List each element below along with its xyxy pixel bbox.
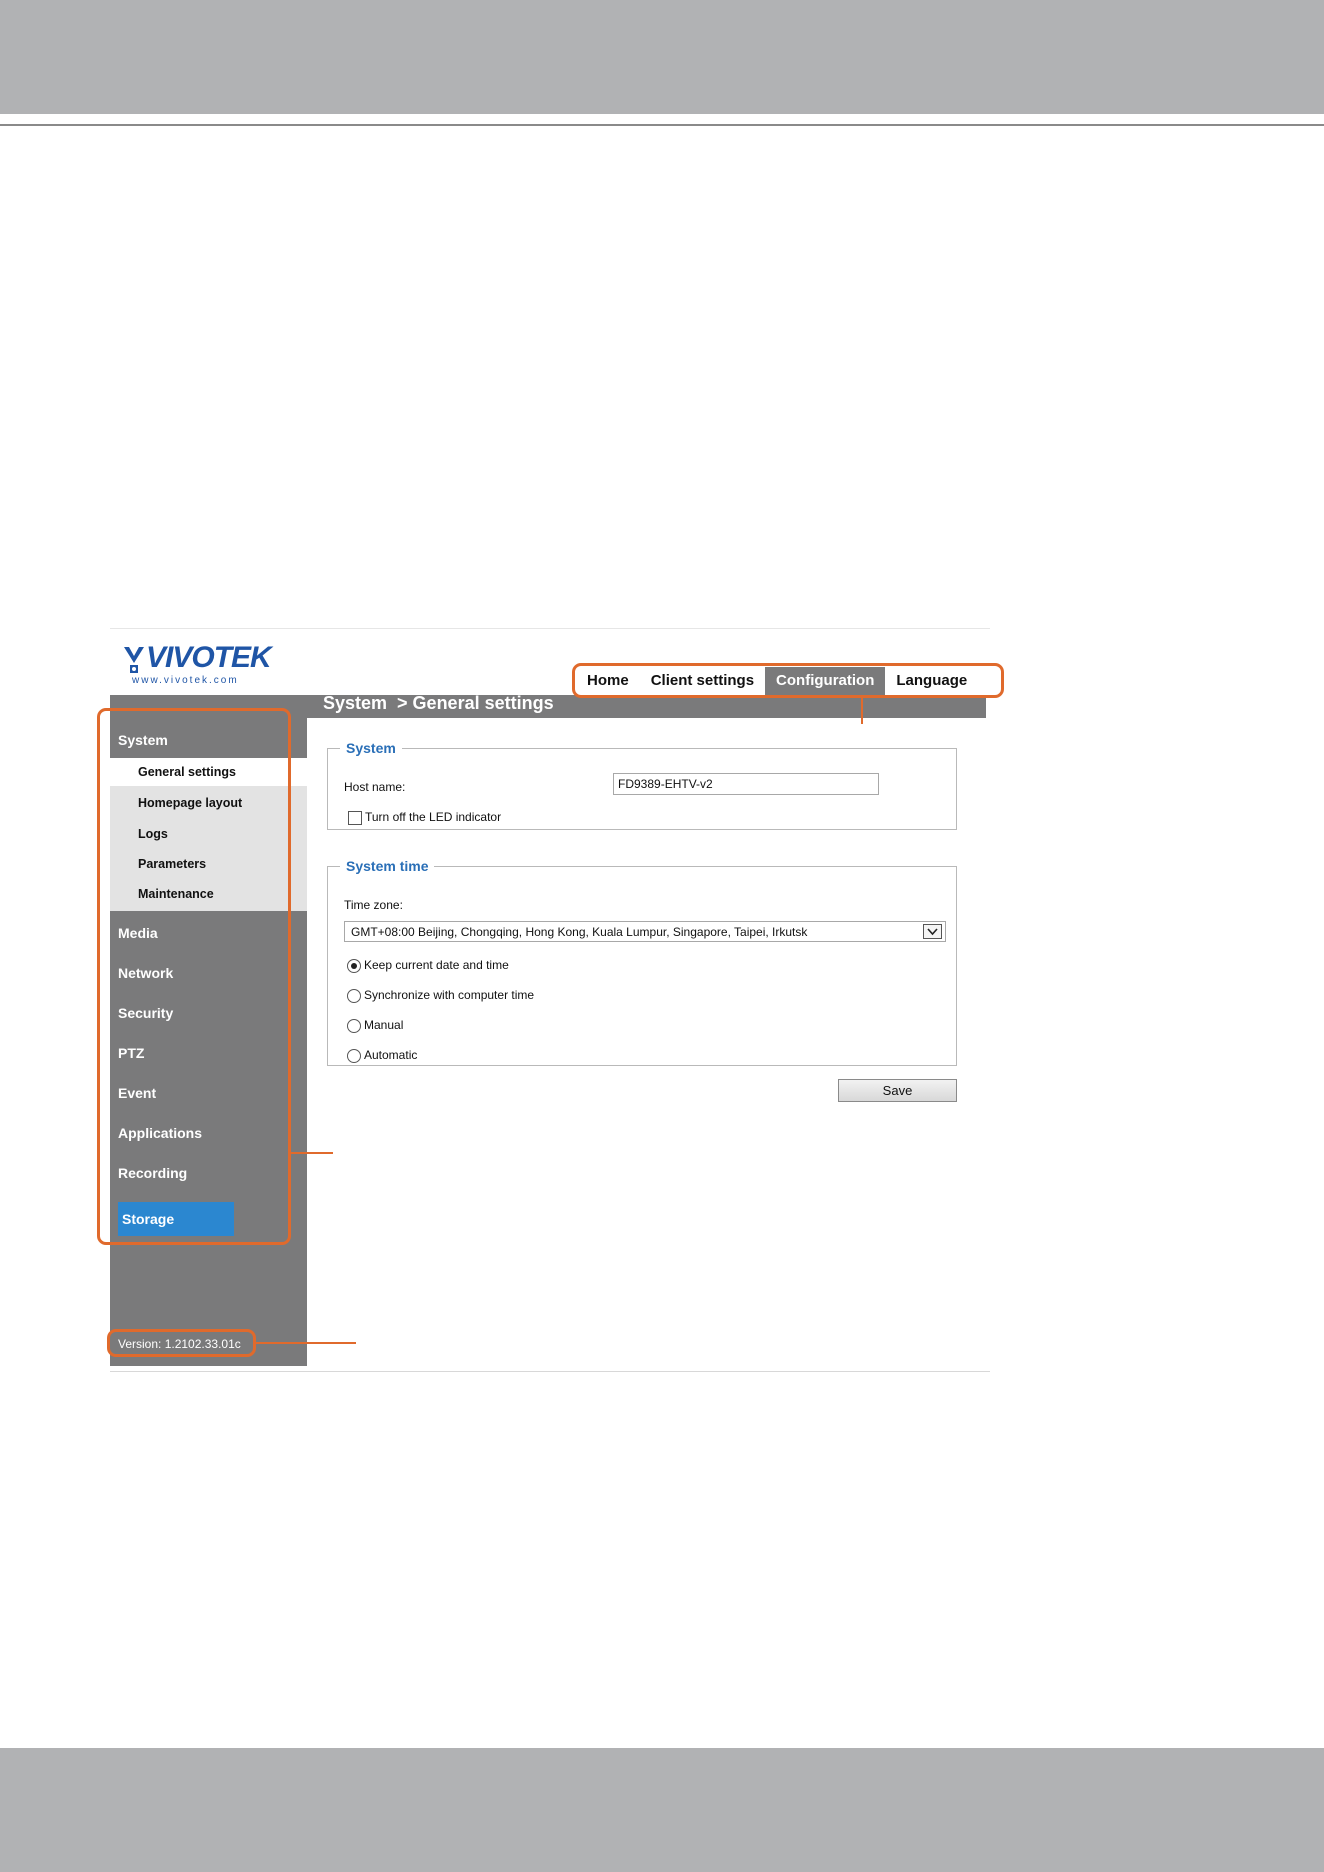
automatic-label: Automatic <box>364 1048 418 1062</box>
system-time-fieldset: System time Time zone: GMT+08:00 Beijing… <box>327 858 957 1066</box>
time-zone-select[interactable]: GMT+08:00 Beijing, Chongqing, Hong Kong,… <box>344 921 946 942</box>
version-callout <box>107 1329 256 1357</box>
keep-current-label: Keep current date and time <box>364 958 509 972</box>
system-legend: System <box>346 740 396 756</box>
sidebar-leader-line <box>291 1152 333 1154</box>
logo-wordmark: VIVOTEK <box>146 641 272 674</box>
page-title: System > General settings <box>323 693 554 713</box>
led-label: Turn off the LED indicator <box>365 810 502 824</box>
system-fieldset: System Host name: Turn off the LED indic… <box>327 740 957 830</box>
vivotek-logo: VIVOTEK www.vivotek.com <box>122 639 282 691</box>
page-footer-band <box>0 1748 1324 1872</box>
header-divider <box>0 124 1324 126</box>
top-nav-leader-line <box>861 698 863 724</box>
led-checkbox[interactable] <box>348 811 362 825</box>
logo-mark-icon <box>124 647 144 673</box>
manual-label: Manual <box>364 1018 404 1032</box>
save-button[interactable]: Save <box>838 1079 957 1102</box>
radio-sync-computer[interactable] <box>347 989 361 1003</box>
radio-keep-current[interactable] <box>347 959 361 973</box>
host-name-label: Host name: <box>344 780 406 794</box>
logo-url: www.vivotek.com <box>132 675 239 686</box>
time-zone-label: Time zone: <box>344 898 403 912</box>
radio-automatic[interactable] <box>347 1049 361 1063</box>
page-header-band <box>0 0 1324 114</box>
host-name-input[interactable] <box>613 773 879 795</box>
sidebar-callout <box>97 708 291 1245</box>
time-zone-selected-value: GMT+08:00 Beijing, Chongqing, Hong Kong,… <box>351 925 808 939</box>
top-nav-callout <box>572 663 1004 698</box>
system-time-legend: System time <box>346 858 429 874</box>
chevron-down-icon[interactable] <box>923 924 942 939</box>
content-panel: System Host name: Turn off the LED indic… <box>307 718 990 1318</box>
version-leader-line <box>256 1342 356 1344</box>
sync-computer-label: Synchronize with computer time <box>364 988 535 1002</box>
radio-manual[interactable] <box>347 1019 361 1033</box>
